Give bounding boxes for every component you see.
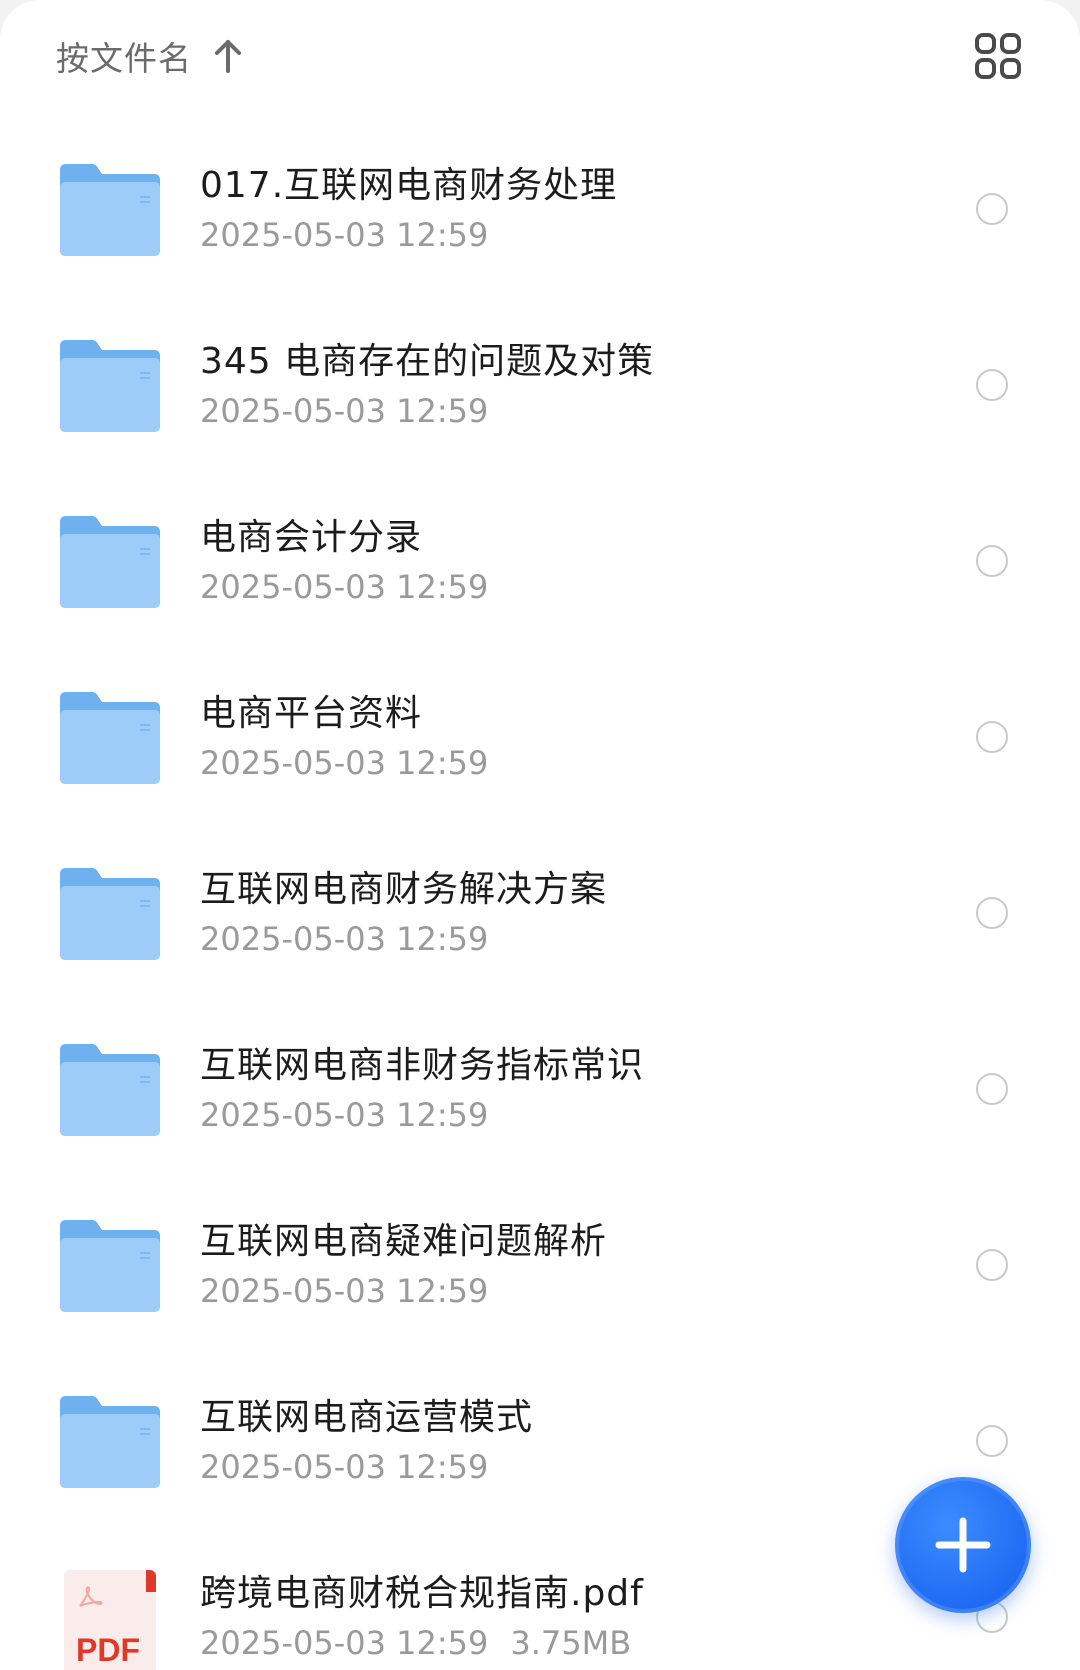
file-date: 2025-05-03 12:59	[200, 568, 489, 606]
file-meta: 2025-05-03 12:59	[200, 392, 488, 430]
file-meta: 2025-05-03 12:59	[200, 216, 488, 254]
file-meta: 2025-05-03 12:59	[200, 920, 488, 958]
folder-icon	[60, 516, 160, 608]
folder-icon	[60, 692, 160, 784]
file-name: 互联网电商疑难问题解析	[200, 1221, 608, 1262]
file-name: 跨境电商财税合规指南.pdf	[200, 1573, 644, 1614]
file-date: 2025-05-03 12:59	[200, 216, 489, 254]
file-name: 电商平台资料	[200, 693, 423, 734]
file-name: 互联网电商运营模式	[200, 1397, 534, 1438]
select-radio[interactable]	[976, 897, 1008, 929]
file-meta: 2025-05-03 12:59	[200, 1272, 488, 1310]
select-radio[interactable]	[976, 545, 1008, 577]
add-button[interactable]	[895, 1477, 1031, 1613]
file-name: 互联网电商财务解决方案	[200, 869, 608, 910]
list-item[interactable]: 互联网电商非财务指标常识 2025-05-03 12:59	[0, 1000, 1080, 1176]
select-radio[interactable]	[976, 193, 1008, 225]
folder-icon	[60, 1396, 160, 1488]
list-item[interactable]: 互联网电商疑难问题解析 2025-05-03 12:59	[0, 1176, 1080, 1352]
folder-icon	[60, 868, 160, 960]
select-radio[interactable]	[976, 1073, 1008, 1105]
plus-icon	[935, 1517, 991, 1573]
file-date: 2025-05-03 12:59	[200, 1272, 489, 1310]
file-list: 017.互联网电商财务处理 2025-05-03 12:59 345 电商存在的…	[0, 120, 1080, 1670]
pdf-badge-text: PDF	[76, 1632, 140, 1668]
sort-label: 按文件名	[56, 39, 192, 78]
list-item[interactable]: 电商平台资料 2025-05-03 12:59	[0, 648, 1080, 824]
folder-icon	[60, 1220, 160, 1312]
file-meta: 2025-05-03 12:59	[200, 1448, 488, 1486]
acrobat-icon	[79, 1586, 103, 1607]
file-date: 2025-05-03 12:59	[200, 1096, 489, 1134]
pdf-corner-flag	[146, 1570, 156, 1592]
file-date: 2025-05-03 12:59	[200, 1448, 489, 1486]
select-radio[interactable]	[976, 369, 1008, 401]
sort-by-name-control[interactable]: 按文件名	[56, 32, 242, 80]
folder-icon	[60, 164, 160, 256]
arrow-up-icon	[215, 40, 241, 73]
select-radio[interactable]	[976, 1425, 1008, 1457]
list-item[interactable]: 345 电商存在的问题及对策 2025-05-03 12:59	[0, 296, 1080, 472]
list-item[interactable]: 互联网电商财务解决方案 2025-05-03 12:59	[0, 824, 1080, 1000]
list-item[interactable]: 电商会计分录 2025-05-03 12:59	[0, 472, 1080, 648]
file-meta: 2025-05-03 12:59	[200, 568, 488, 606]
file-size: 3.75MB	[510, 1624, 632, 1662]
file-name: 017.互联网电商财务处理	[200, 165, 618, 206]
file-meta: 2025-05-03 12:59	[200, 744, 488, 782]
file-date: 2025-05-03 12:59	[200, 392, 489, 430]
file-meta: 2025-05-03 12:59	[200, 1096, 488, 1134]
pdf-file-icon: PDF	[64, 1570, 156, 1670]
file-name: 345 电商存在的问题及对策	[200, 341, 655, 382]
file-name: 电商会计分录	[200, 517, 423, 558]
grid-view-icon[interactable]	[974, 32, 1022, 80]
list-item[interactable]: 017.互联网电商财务处理 2025-05-03 12:59	[0, 120, 1080, 296]
file-date: 2025-05-03 12:59	[200, 1624, 489, 1662]
file-meta: 2025-05-03 12:59 3.75MB	[200, 1624, 631, 1662]
file-date: 2025-05-03 12:59	[200, 920, 489, 958]
file-browser-sheet: 按文件名 017.互联网电商财务处理 2025-05-03 12:59 345 …	[0, 0, 1080, 1670]
select-radio[interactable]	[976, 1249, 1008, 1281]
folder-icon	[60, 340, 160, 432]
file-name: 互联网电商非财务指标常识	[200, 1045, 645, 1086]
select-radio[interactable]	[976, 721, 1008, 753]
folder-icon	[60, 1044, 160, 1136]
file-date: 2025-05-03 12:59	[200, 744, 489, 782]
